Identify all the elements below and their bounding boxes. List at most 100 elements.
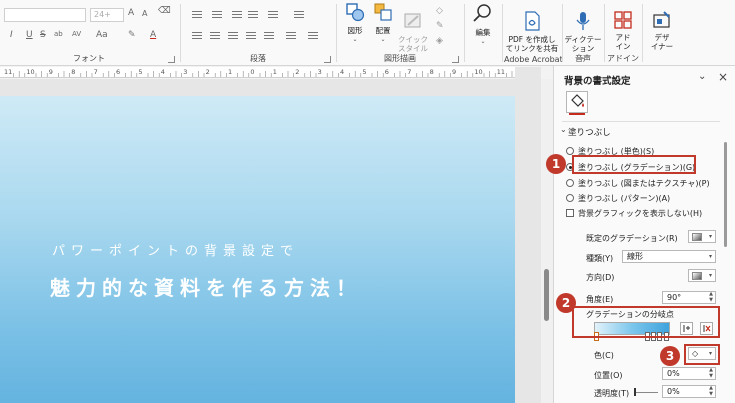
arrange-button[interactable]: 配置 ⌄ [370, 2, 396, 44]
transparency-slider[interactable] [634, 388, 658, 396]
voice-group: ディクテー ション ⌄ 音声 [564, 0, 602, 66]
fill-tab[interactable] [566, 91, 588, 115]
italic-button[interactable]: I [10, 30, 13, 40]
align-right-icon[interactable] [228, 32, 238, 40]
line-spacing-icon[interactable] [268, 11, 278, 19]
pattern-fill-option[interactable]: 塗りつぶし (パターン)(A) [566, 193, 671, 204]
bullets-icon[interactable] [192, 11, 202, 19]
hide-background-graphics-option[interactable]: 背景グラフィックを表示しない(H) [566, 208, 702, 219]
numbering-icon[interactable] [212, 11, 222, 19]
ruler-label: 6 [116, 68, 121, 76]
decrease-indent-icon[interactable] [232, 11, 242, 19]
option-label: 塗りつぶし (パターン)(A) [578, 194, 671, 203]
ruler-label: 10 [26, 68, 35, 76]
underline-button[interactable]: U [26, 30, 33, 40]
font-size-box[interactable]: 24+ [90, 8, 124, 22]
chevron-down-icon: ▾ [708, 253, 712, 260]
shapes-button[interactable]: 図形 ⌄ [342, 2, 368, 44]
direction-dropdown[interactable]: ▾ [688, 269, 716, 282]
spinner-icon[interactable]: ▲ ▼ [709, 367, 713, 379]
ruler-label: 10 [474, 68, 483, 76]
option-label: 塗りつぶし (図またはテクスチャ)(P) [578, 179, 710, 188]
align-center-icon[interactable] [210, 32, 220, 40]
ribbon-separator [180, 4, 181, 62]
angle-value: 90° [667, 293, 682, 302]
shape-fill-icon[interactable]: ◇ [436, 6, 443, 16]
spinner-icon[interactable]: ▲ ▼ [709, 291, 713, 303]
ribbon-separator [562, 4, 563, 62]
pane-scrollbar-thumb[interactable] [724, 142, 727, 247]
align-text-icon[interactable] [308, 32, 318, 40]
arrange-icon [374, 3, 392, 21]
slide-subtitle[interactable]: パワーポイントの背景設定で [52, 240, 299, 259]
adobe-acrobat-group: PDF を作成し てリンクを共有 Adobe Acrobat [504, 0, 563, 66]
font-dialog-launcher[interactable] [168, 56, 175, 63]
shadow-button[interactable]: ab [54, 30, 63, 38]
align-left-icon[interactable] [192, 32, 202, 40]
gradient-swatch [692, 233, 702, 241]
drawing-group-label: 図形描画 [384, 54, 416, 63]
ribbon-separator [336, 4, 337, 62]
addin-button[interactable]: アド イン [606, 2, 640, 60]
chevron-down-icon[interactable]: ⌄ [560, 125, 567, 134]
pane-scrollbar[interactable] [722, 130, 730, 403]
color-label: 色(C) [594, 351, 614, 360]
columns-icon[interactable] [286, 32, 296, 40]
text-direction-icon[interactable] [294, 11, 304, 19]
scrollbar-thumb[interactable] [544, 269, 549, 321]
shrink-font-button[interactable]: A [142, 9, 147, 18]
shape-outline-icon[interactable]: ✎ [436, 21, 444, 31]
strikethrough-button[interactable]: S [40, 30, 46, 40]
font-color-icon[interactable]: A [150, 30, 156, 40]
distributed-icon[interactable] [264, 32, 274, 40]
preset-gradient-dropdown[interactable]: ▾ [688, 230, 716, 243]
paragraph-group-label: 段落 [250, 54, 266, 63]
char-spacing-button[interactable]: AV [72, 30, 81, 38]
radio-solid-fill[interactable] [566, 147, 574, 155]
slide[interactable]: パワーポイントの背景設定で 魅力的な資料を作る方法！ [0, 96, 515, 403]
change-case-button[interactable]: Aa [96, 30, 108, 40]
shape-effects-icon[interactable]: ◈ [436, 36, 443, 46]
adobe-group-label: Adobe Acrobat [504, 55, 563, 64]
ribbon-separator [642, 4, 643, 62]
search-icon [473, 4, 491, 22]
transparency-input[interactable]: 0% ▲ ▼ [662, 385, 716, 398]
create-pdf-share-button[interactable]: PDF を作成し てリンクを共有 [504, 2, 560, 62]
position-input[interactable]: 0% ▲ ▼ [662, 367, 716, 380]
ruler-label: 8 [429, 68, 434, 76]
vertical-scrollbar[interactable] [541, 79, 553, 403]
gradient-type-label: 種類(Y) [586, 254, 614, 263]
slide-title[interactable]: 魅力的な資料を作る方法！ [50, 272, 362, 301]
clear-format-icon[interactable]: ⌫ [158, 6, 171, 16]
pdf-link-icon [525, 11, 540, 31]
ruler-label: 6 [384, 68, 389, 76]
increase-indent-icon[interactable] [248, 11, 258, 19]
designer-button[interactable]: デザ イナー [645, 2, 679, 60]
checkbox-hide-bg-graphics[interactable] [566, 209, 574, 217]
gradient-type-dropdown[interactable]: 線形 ▾ [622, 250, 716, 263]
highlight-box-gradient-stops [572, 306, 720, 338]
paint-bucket-icon [571, 94, 584, 107]
fill-section-header[interactable]: 塗りつぶし [568, 126, 611, 138]
microphone-icon [576, 12, 590, 30]
horizontal-ruler[interactable]: 11 10 9 8 7 6 5 4 3 2 1 0 1 2 3 4 5 6 7 8 9 10 11 [0, 67, 515, 78]
close-icon[interactable]: × [718, 70, 728, 84]
picture-fill-option[interactable]: 塗りつぶし (図またはテクスチャ)(P) [566, 178, 710, 189]
edit-button[interactable]: 編集 ⌄ [468, 2, 498, 46]
transparency-label: 透明度(T) [594, 389, 630, 398]
paragraph-dialog-launcher[interactable] [324, 56, 331, 63]
grow-font-button[interactable]: A [128, 8, 134, 18]
angle-input[interactable]: 90° ▲ ▼ [662, 291, 716, 304]
annotation-badge-2: 2 [556, 293, 576, 313]
radio-picture-fill[interactable] [566, 179, 574, 187]
annotation-badge-3: 3 [660, 346, 680, 366]
justify-icon[interactable] [246, 32, 256, 40]
radio-pattern-fill[interactable] [566, 194, 574, 202]
highlight-color-icon[interactable]: ✎ [128, 30, 136, 40]
slider-handle[interactable] [634, 388, 636, 396]
drawing-dialog-launcher[interactable] [452, 56, 459, 63]
ruler-label: 1 [272, 68, 277, 76]
pane-options-chevron-icon[interactable]: ⌄ [698, 71, 706, 82]
spinner-icon[interactable]: ▲ ▼ [709, 385, 713, 397]
font-name-box[interactable] [4, 8, 86, 22]
